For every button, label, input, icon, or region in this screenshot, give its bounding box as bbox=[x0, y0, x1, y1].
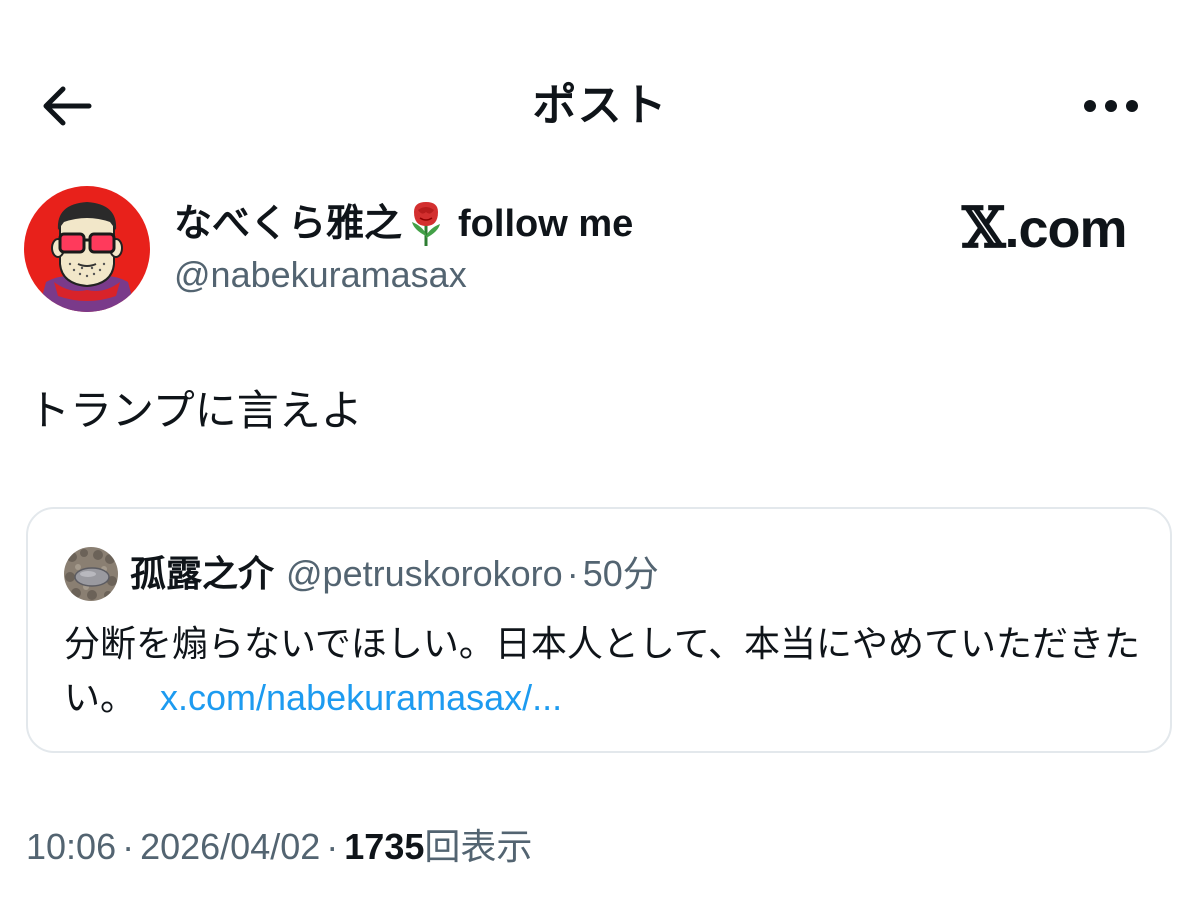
quote-body: 分断を煽らないでほしい。日本人として、本当にやめていただきたい。 x.com/na… bbox=[64, 617, 1144, 725]
display-name-suffix: follow me bbox=[458, 203, 634, 245]
xcom-watermark: 𝕏.com bbox=[962, 195, 1128, 261]
display-name[interactable]: なべくら雅之 follow me bbox=[174, 200, 633, 248]
quote-header: 孤露之介 @petruskorokoro · 50分 bbox=[130, 549, 659, 599]
avatar[interactable] bbox=[24, 186, 150, 312]
quote-display-name[interactable]: 孤露之介 bbox=[130, 553, 274, 594]
post-text: トランプに言えよ bbox=[28, 387, 363, 434]
meta-separator: · bbox=[122, 826, 135, 867]
meta-separator-2: · bbox=[326, 826, 339, 867]
author-handle[interactable]: @nabekuramasax bbox=[174, 252, 467, 298]
display-name-text: なべくら雅之 bbox=[174, 203, 403, 245]
views-label: 回表示 bbox=[424, 826, 533, 867]
post-time[interactable]: 10:06 bbox=[26, 826, 116, 867]
quote-separator: · bbox=[566, 553, 579, 594]
page-title: ポスト bbox=[532, 81, 668, 130]
views-count[interactable]: 1735 bbox=[344, 826, 424, 867]
rose-icon bbox=[406, 200, 446, 248]
post-metadata: 10:06 · 2026/04/02 · 1735回表示 bbox=[26, 822, 532, 872]
quote-handle[interactable]: @petruskorokoro bbox=[286, 553, 563, 594]
x-logo-icon: 𝕏 bbox=[962, 195, 1005, 261]
post-date[interactable]: 2026/04/02 bbox=[140, 826, 320, 867]
more-horizontal-icon bbox=[1084, 100, 1138, 112]
quoted-post-card[interactable]: 孤露之介 @petruskorokoro · 50分 分断を煽らないでほしい。日本人と… bbox=[26, 507, 1172, 753]
quote-avatar[interactable] bbox=[64, 547, 118, 601]
watermark-text: .com bbox=[1004, 199, 1127, 259]
quote-timestamp[interactable]: 50分 bbox=[583, 553, 659, 594]
top-bar: ポスト bbox=[0, 60, 1200, 150]
more-options-button[interactable] bbox=[1078, 78, 1144, 134]
post-author: なべくら雅之 follow me @nabekuramasax 𝕏.com bbox=[24, 186, 1174, 316]
quote-link[interactable]: x.com/nabekuramasax/... bbox=[160, 677, 562, 718]
